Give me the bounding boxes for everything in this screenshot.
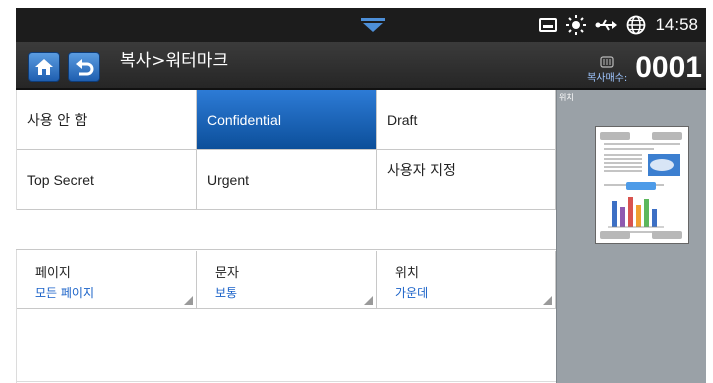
copies-indicator: 복사매수: 0001 [587, 48, 702, 85]
watermark-slot-selected[interactable] [626, 182, 656, 190]
copies-count[interactable]: 0001 [635, 52, 702, 84]
option-confidential[interactable]: Confidential [197, 90, 377, 150]
setting-position-label: 위치 [395, 266, 419, 281]
watermark-slot[interactable] [600, 231, 630, 239]
setting-text-label: 문자 [215, 266, 239, 281]
corner-arrow-icon [184, 296, 193, 305]
back-icon [76, 59, 94, 76]
option-none[interactable]: 사용 안 함 [17, 90, 197, 150]
setting-position-value: 가운데 [395, 286, 429, 300]
clock: 14:58 [655, 15, 698, 34]
usb-icon [595, 18, 618, 32]
preview-label: 위치 [559, 93, 574, 102]
status-bar: 14:58 [16, 8, 706, 42]
corner-arrow-icon [364, 296, 373, 305]
setting-pages-value: 모든 페이지 [35, 286, 95, 300]
document-preview [595, 126, 689, 244]
copies-label: 복사매수: [587, 73, 628, 84]
tray-icon [539, 18, 558, 32]
home-icon [35, 59, 53, 75]
setting-text[interactable]: 문자 보통 [197, 251, 377, 309]
home-button[interactable] [28, 52, 60, 82]
setting-text-value: 보통 [215, 286, 238, 300]
option-draft[interactable]: Draft [377, 90, 556, 150]
spacer-row [16, 210, 556, 250]
option-custom[interactable]: 사용자 지정 [377, 150, 556, 210]
divider [16, 381, 556, 382]
app-header: 복사>워터마크 복사매수: 0001 [16, 42, 706, 90]
option-urgent[interactable]: Urgent [197, 150, 377, 210]
watermark-slot[interactable] [652, 132, 682, 140]
page-title: 복사>워터마크 [120, 51, 229, 71]
setting-pages-label: 페이지 [35, 266, 71, 281]
corner-arrow-icon [543, 296, 552, 305]
preview-panel: 위치 [556, 90, 706, 383]
globe-icon [626, 15, 646, 35]
watermark-slot[interactable] [600, 132, 630, 140]
back-button[interactable] [68, 52, 100, 82]
notification-chevron-icon[interactable] [360, 17, 386, 37]
setting-pages[interactable]: 페이지 모든 페이지 [17, 251, 197, 309]
setting-position[interactable]: 위치 가운데 [377, 251, 556, 309]
watermark-slot[interactable] [652, 231, 682, 239]
sun-icon [566, 15, 587, 35]
copies-icon [600, 56, 614, 68]
option-top-secret[interactable]: Top Secret [17, 150, 197, 210]
